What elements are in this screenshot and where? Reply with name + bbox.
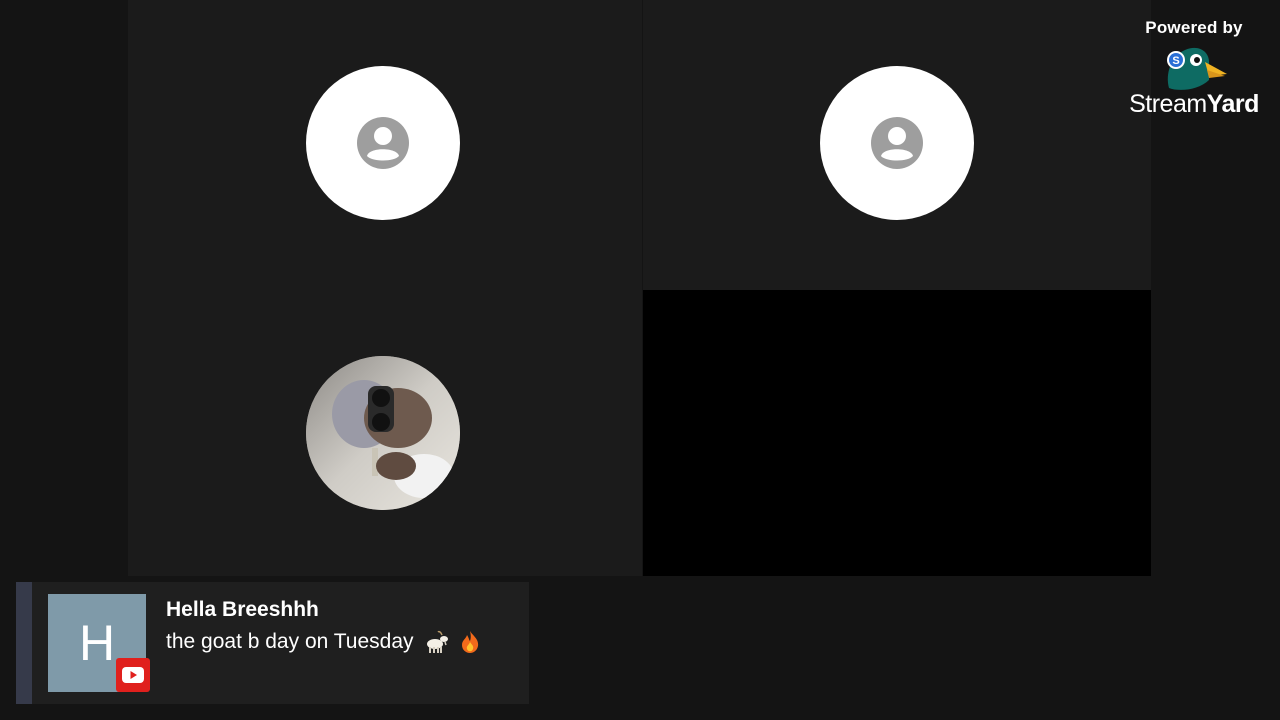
brand-name-first: Stream <box>1129 90 1207 118</box>
chat-message-text: the goat b day on Tuesday <box>166 630 481 654</box>
participant-tile-1 <box>128 0 642 290</box>
participant-photo <box>306 356 460 510</box>
participant-tile-3 <box>128 290 642 576</box>
youtube-icon <box>116 658 150 692</box>
participant-tile-2 <box>643 0 1151 290</box>
goat-emoji <box>427 631 449 654</box>
branding-watermark: Powered by S StreamYard <box>1124 18 1264 119</box>
chat-message-body: the goat b day on Tuesday <box>166 630 414 653</box>
user-placeholder-icon <box>871 117 923 169</box>
participant-tile-4-video <box>643 290 1151 576</box>
svg-text:S: S <box>1172 55 1179 67</box>
participant-avatar-1 <box>306 66 460 220</box>
chat-author-name: Hella Breeshhh <box>166 598 319 621</box>
stream-stage: Powered by S StreamYard H Hella Breeshhh… <box>0 0 1280 720</box>
participant-avatar-2 <box>820 66 974 220</box>
banner-accent-bar <box>16 582 32 704</box>
avatar-letter: H <box>78 615 116 671</box>
fire-emoji <box>462 631 479 654</box>
brand-name-second: Yard <box>1206 90 1260 118</box>
powered-by-label: Powered by <box>1145 18 1243 37</box>
chat-message-banner: H Hella Breeshhh the goat b day on Tuesd… <box>16 582 529 704</box>
user-placeholder-icon <box>357 117 409 169</box>
brand-name: StreamYard <box>1124 90 1264 119</box>
duck-logo-icon: S <box>1167 47 1227 90</box>
